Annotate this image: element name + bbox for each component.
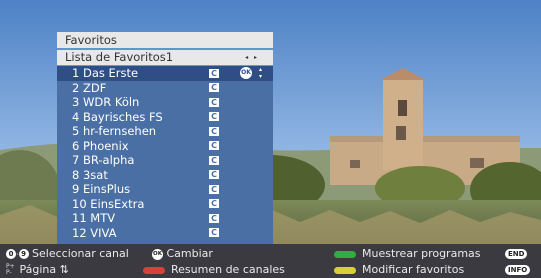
end-key[interactable]: END <box>505 247 528 261</box>
channel-row[interactable]: 5 hr-fernsehen C <box>57 124 273 139</box>
channel-row[interactable]: 2 ZDF C <box>57 81 273 96</box>
yellow-key-icon <box>334 266 356 274</box>
c-badge-icon: C <box>209 213 219 223</box>
legend-edit-favorites[interactable]: Modificar favoritos <box>334 263 464 277</box>
c-badge-icon: C <box>209 184 219 194</box>
channel-list: 1 Das Erste C OK ▴ ▾ 2 ZDF C 3 WDR Köln C… <box>57 66 273 244</box>
legend-preview[interactable]: Muestrear programas <box>334 247 481 261</box>
c-badge-icon: C <box>209 228 219 237</box>
legend-select-channel[interactable]: 0 · 9 Seleccionar canal <box>6 247 129 262</box>
legend-page[interactable]: P+ P- Página ⇅ <box>6 263 69 277</box>
channel-row[interactable]: 11 MTV C <box>57 211 273 226</box>
channel-label: 6 Phoenix <box>72 138 129 153</box>
c-badge-icon: C <box>209 126 219 136</box>
channel-label: 8 3sat <box>72 167 108 182</box>
channel-label: 3 WDR Köln <box>72 95 140 109</box>
legend-overview[interactable]: Resumen de canales <box>143 263 285 277</box>
channel-row[interactable]: 10 EinsExtra C <box>57 197 273 212</box>
c-badge-icon: C <box>209 68 219 78</box>
green-key-icon <box>334 250 356 258</box>
channel-label: 4 Bayrisches FS <box>72 109 163 124</box>
channel-label: 11 MTV <box>72 211 116 225</box>
channel-row[interactable]: 8 3sat C <box>57 168 273 183</box>
panel-title: Favoritos <box>57 32 273 48</box>
c-badge-icon: C <box>209 155 219 165</box>
channel-row[interactable]: 3 WDR Köln C <box>57 95 273 110</box>
info-key-icon: INFO <box>505 265 531 275</box>
channel-row[interactable]: 4 Bayrisches FS C <box>57 110 273 125</box>
page-label: Página ⇅ <box>19 263 69 276</box>
c-badge-icon: C <box>209 141 219 150</box>
overview-label: Resumen de canales <box>171 263 285 276</box>
select-channel-label: Seleccionar canal <box>32 247 129 260</box>
red-key-icon <box>143 266 165 274</box>
channel-label: 2 ZDF <box>72 80 107 95</box>
c-badge-icon: C <box>209 170 219 179</box>
favorites-panel: Favoritos Lista de Favoritos1 ◂ ▸ 1 Das … <box>57 32 273 244</box>
end-key-icon: END <box>505 249 528 259</box>
page-keys-icon: P+ P- <box>6 263 15 276</box>
channel-row[interactable]: 12 VIVA C <box>57 226 273 241</box>
channel-row[interactable]: 1 Das Erste C OK ▴ ▾ <box>57 66 273 81</box>
preview-label: Muestrear programas <box>362 247 481 260</box>
c-badge-icon: C <box>209 112 219 121</box>
legend-change[interactable]: OK Cambiar <box>152 247 213 261</box>
channel-row[interactable]: 7 BR-alpha C <box>57 153 273 168</box>
edit-favorites-label: Modificar favoritos <box>362 263 465 276</box>
key-0-icon: 0 <box>6 249 16 259</box>
legend-bar: 0 · 9 Seleccionar canal OK Cambiar Muestre… <box>0 244 541 278</box>
channel-row[interactable]: 6 Phoenix C <box>57 139 273 154</box>
info-key[interactable]: INFO <box>505 263 531 277</box>
c-badge-icon: C <box>209 199 219 208</box>
change-label: Cambiar <box>166 247 213 260</box>
favorites-list-name: Lista de Favoritos1 <box>65 50 174 64</box>
channel-label: 5 hr-fernsehen <box>72 124 157 138</box>
ok-badge-icon: OK <box>240 67 252 79</box>
c-badge-icon: C <box>209 83 219 92</box>
tv-screen: Favoritos Lista de Favoritos1 ◂ ▸ 1 Das … <box>0 0 541 278</box>
channel-label: 9 EinsPlus <box>72 182 131 196</box>
favorites-list-selector[interactable]: Lista de Favoritos1 ◂ ▸ <box>57 50 273 65</box>
channel-label: 12 VIVA <box>72 225 117 240</box>
key-9-icon: 9 <box>18 249 29 259</box>
ok-key-icon: OK <box>152 248 163 260</box>
c-badge-icon: C <box>209 97 219 107</box>
channel-row[interactable]: 9 EinsPlus C <box>57 182 273 197</box>
channel-label: 1 Das Erste <box>72 66 139 80</box>
up-down-arrows-icon: ▴ ▾ <box>259 66 263 80</box>
channel-label: 10 EinsExtra <box>72 196 145 211</box>
channel-label: 7 BR-alpha <box>72 153 135 167</box>
list-switch-arrows-icon[interactable]: ◂ ▸ <box>245 50 259 65</box>
